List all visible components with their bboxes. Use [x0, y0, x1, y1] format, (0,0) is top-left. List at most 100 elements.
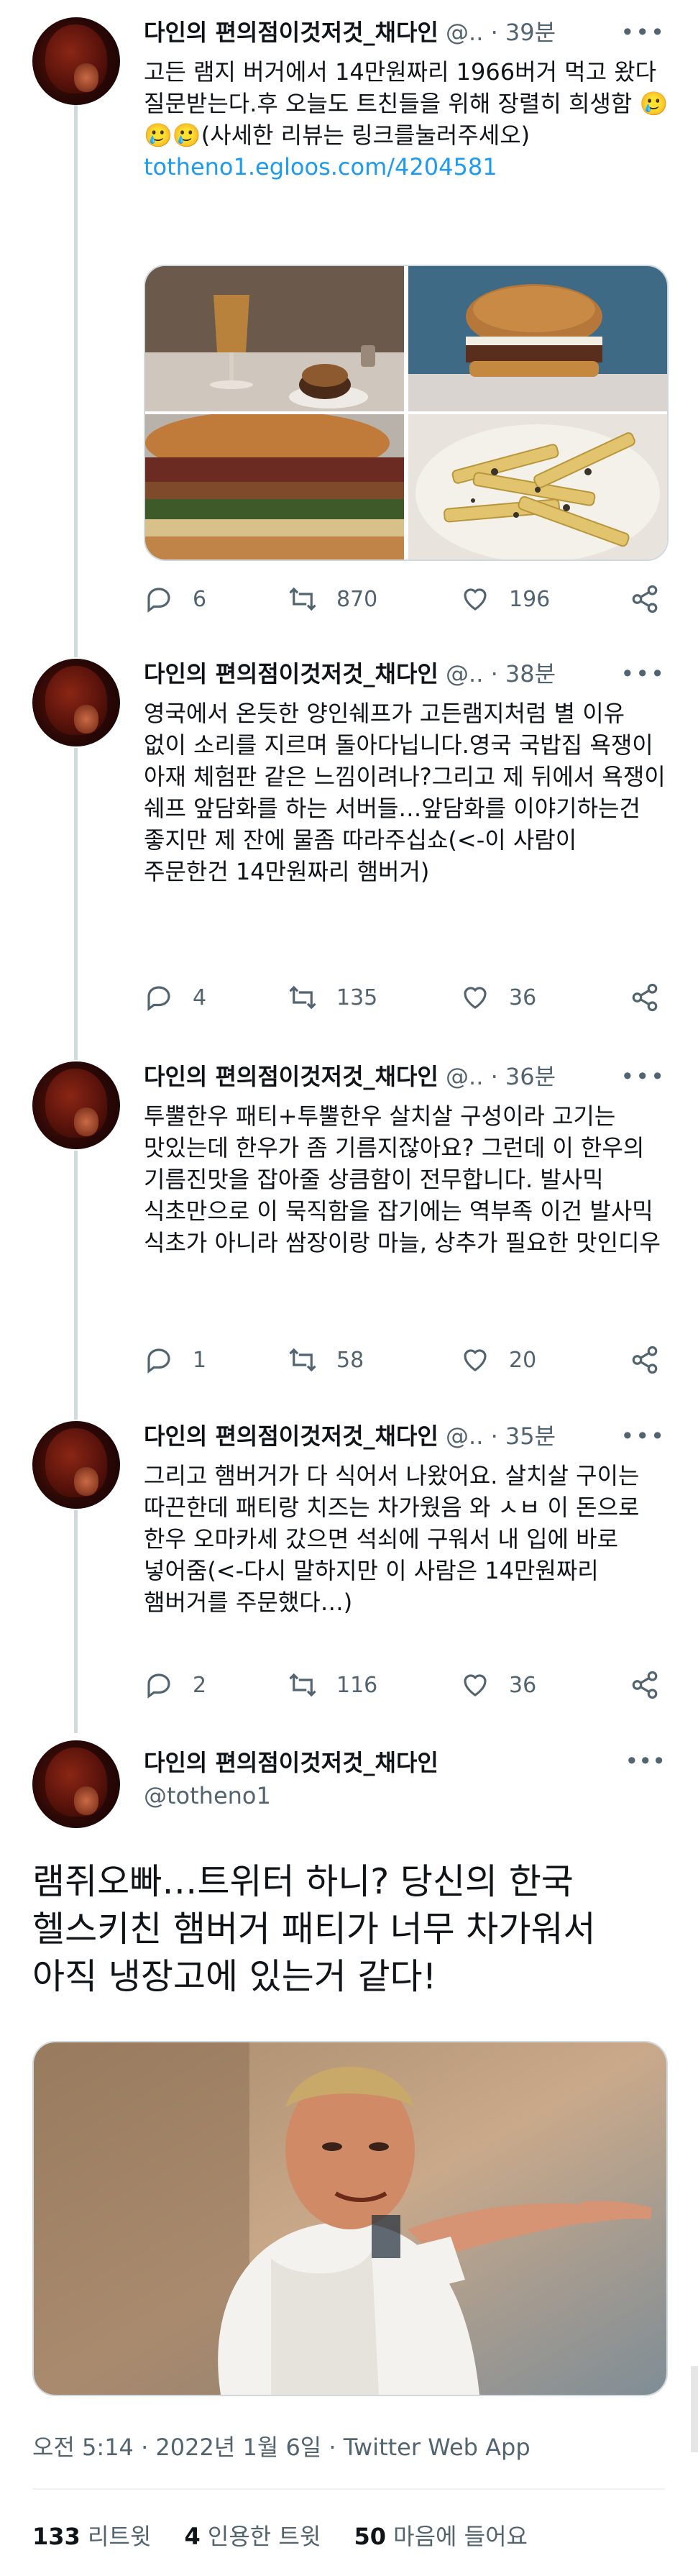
avatar[interactable] [32, 659, 120, 746]
heart-icon [464, 1349, 487, 1371]
reply-button[interactable]: 6 [144, 581, 206, 617]
author-handle[interactable]: @.. [446, 1063, 483, 1090]
tweet-media-grid[interactable] [144, 265, 669, 561]
tweet-time[interactable]: · 39분 [491, 19, 556, 46]
burger-closeup-photo[interactable] [408, 266, 667, 411]
author-handle[interactable]: @.. [446, 1422, 483, 1450]
reply-bubble-icon [147, 1673, 170, 1699]
retweet-count: 870 [336, 586, 378, 612]
tweet-text: 영국에서 온듯한 양인쉐프가 고든램지처럼 별 이유 없이 소리를 지르며 돌아… [144, 700, 673, 885]
thread-connector [74, 1410, 78, 1420]
retweet-icon [289, 587, 316, 611]
like-count: 20 [509, 1347, 537, 1373]
author-name[interactable]: 다인의 편의점이것저것_채다인 [144, 1063, 438, 1090]
pointing-chef-photo[interactable] [32, 2041, 668, 2396]
thread-connector [74, 748, 78, 1050]
share-button[interactable] [630, 1667, 679, 1703]
tweet-text: 투뿔한우 패티+투뿔한우 살치살 구성이라 고기는 맛있는데 한우가 좀 기름지… [144, 1102, 661, 1256]
share-button[interactable] [630, 581, 679, 617]
retweets-stat[interactable]: 133 리트윗 [32, 2523, 151, 2550]
tweet-timestamp-source[interactable]: 오전 5:14 · 2022년 1월 6일 · Twitter Web App [32, 2429, 531, 2465]
tweet-link[interactable]: totheno1.egloos.com/4204581 [144, 153, 497, 181]
tweet-actions: 1 58 20 [144, 1342, 669, 1378]
tweet-stats: 133 리트윗 4 인용한 트윗 50 마음에 들어요 [32, 2518, 554, 2554]
tweet-header: 다인의 편의점이것저것_채다인 @.. · 35분 ••• [144, 1418, 666, 1454]
main-tweet-text: 램쥐오빠…트위터 하니? 당신의 한국 헬스키친 햄버거 패티가 너무 차가워서… [32, 1861, 607, 1997]
share-button[interactable] [630, 1342, 679, 1378]
tweet-time[interactable]: · 38분 [491, 660, 556, 688]
share-button[interactable] [630, 979, 679, 1015]
author-handle[interactable]: @totheno1 [144, 1779, 271, 1812]
thread-tweet-3[interactable]: 다인의 편의점이것저것_채다인 @.. · 36분 ••• 투뿔한우 패티+투뿔… [0, 1050, 698, 1410]
reply-count: 2 [193, 1672, 207, 1698]
heart-icon [464, 1674, 487, 1696]
share-icon [632, 983, 658, 1012]
more-dots-icon[interactable]: ••• [620, 14, 666, 50]
tweet-actions: 6 870 196 [144, 581, 669, 617]
tweet-thread: 다인의 편의점이것저것_채다인 @.. · 39분 ••• 고든 램지 버거에서… [0, 0, 698, 2576]
retweet-count: 135 [336, 985, 378, 1010]
retweet-icon [289, 985, 316, 1010]
reply-count: 4 [193, 985, 207, 1010]
reply-button[interactable]: 4 [144, 979, 206, 1015]
tweet-header: 다인의 편의점이것저것_채다인 @.. · 36분 ••• [144, 1059, 666, 1095]
retweet-count: 116 [336, 1672, 378, 1698]
like-button[interactable]: 20 [460, 1342, 536, 1378]
like-button[interactable]: 196 [460, 581, 550, 617]
avatar[interactable] [32, 1421, 120, 1509]
retweet-count: 58 [336, 1347, 364, 1373]
more-dots-icon[interactable]: ••• [625, 1748, 666, 1775]
beer-glass-and-burger-photo[interactable] [145, 266, 404, 411]
thread-connector [74, 647, 78, 657]
thread-tweet-2[interactable]: 다인의 편의점이것저것_채다인 @.. · 38분 ••• 영국에서 온듯한 양… [0, 647, 698, 1050]
scrollbar-thumb[interactable] [691, 2366, 698, 2452]
more-dots-icon[interactable]: ••• [620, 1059, 666, 1095]
author-name[interactable]: 다인의 편의점이것저것_채다인 [144, 660, 438, 688]
reply-count: 6 [193, 586, 207, 612]
thread-connector [74, 92, 78, 647]
author-handle[interactable]: @.. [446, 660, 483, 688]
avatar[interactable] [32, 1061, 120, 1149]
more-dots-icon[interactable]: ••• [620, 656, 666, 692]
retweet-icon [289, 1348, 316, 1372]
likes-stat[interactable]: 50 마음에 들어요 [354, 2523, 528, 2550]
tweet-actions: 4 135 36 [144, 979, 669, 1015]
tweet-time[interactable]: · 36분 [491, 1063, 556, 1090]
tweet-time[interactable]: · 35분 [491, 1422, 556, 1450]
reply-count: 1 [193, 1347, 207, 1373]
thread-connector [74, 1151, 78, 1410]
heart-icon [464, 588, 487, 611]
author-name[interactable]: 다인의 편의점이것저것_채다인 [144, 19, 438, 46]
retweet-button[interactable]: 870 [288, 581, 377, 617]
reply-bubble-icon [147, 1348, 170, 1374]
more-dots-icon[interactable]: ••• [620, 1418, 666, 1454]
like-button[interactable]: 36 [460, 1667, 536, 1703]
tweet-text: 그리고 햄버거가 다 식어서 나왔어요. 살치살 구이는 따끈한데 패티랑 치즈… [144, 1462, 647, 1616]
thread-tweet-1[interactable]: 다인의 편의점이것저것_채다인 @.. · 39분 ••• 고든 램지 버거에서… [0, 0, 698, 647]
avatar[interactable] [32, 17, 120, 105]
author-name[interactable]: 다인의 편의점이것저것_채다인 [144, 1746, 438, 1779]
quote-tweets-stat[interactable]: 4 인용한 트윗 [184, 2523, 321, 2550]
tweet-header: 다인의 편의점이것저것_채다인 @.. · 38분 ••• [144, 656, 666, 692]
thread-connector [74, 1510, 78, 1733]
reply-button[interactable]: 1 [144, 1342, 206, 1378]
author-name[interactable]: 다인의 편의점이것저것_채다인 [144, 1422, 438, 1450]
like-count: 36 [509, 1672, 537, 1698]
share-icon [632, 585, 658, 613]
retweet-button[interactable]: 116 [288, 1667, 377, 1703]
reply-button[interactable]: 2 [144, 1667, 206, 1703]
like-button[interactable]: 36 [460, 979, 536, 1015]
reply-bubble-icon [147, 588, 170, 613]
share-icon [632, 1346, 658, 1374]
author-handle[interactable]: @.. [446, 19, 483, 46]
share-icon [632, 1671, 658, 1699]
divider [32, 2488, 665, 2490]
retweet-button[interactable]: 135 [288, 979, 377, 1015]
avatar[interactable] [32, 1740, 120, 1828]
retweet-button[interactable]: 58 [288, 1342, 364, 1378]
like-count: 196 [509, 586, 551, 612]
burger-cross-section-photo[interactable] [145, 414, 404, 559]
truffle-fries-photo[interactable] [408, 414, 667, 559]
tweet-header: 다인의 편의점이것저것_채다인 @.. · 39분 ••• [144, 14, 666, 50]
thread-tweet-4[interactable]: 다인의 편의점이것저것_채다인 @.. · 35분 ••• 그리고 햄버거가 다… [0, 1410, 698, 1733]
